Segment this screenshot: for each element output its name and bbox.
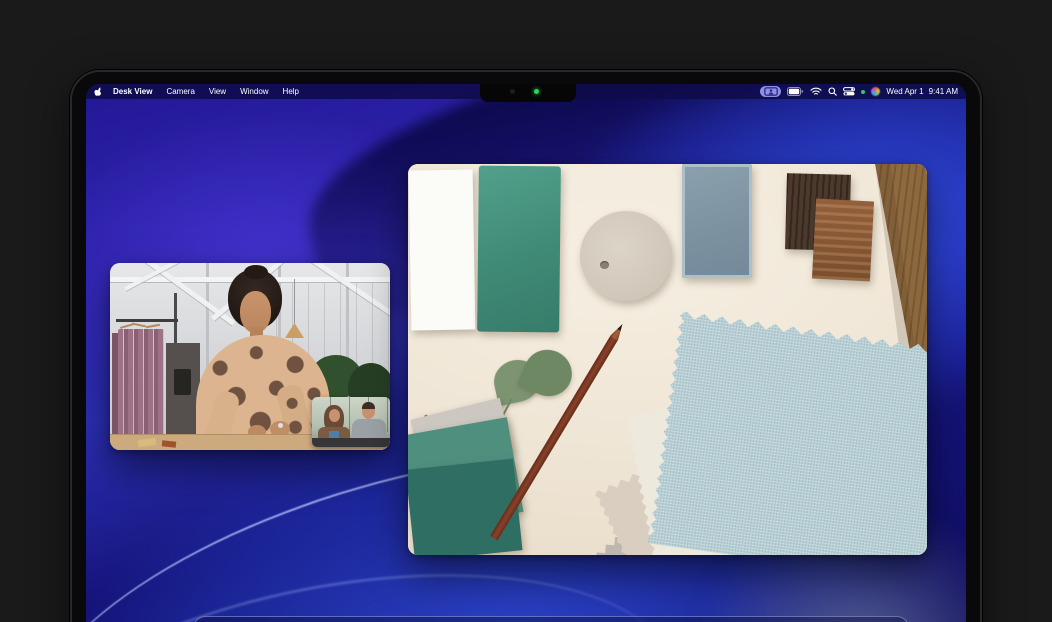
clothes-rack-bar (116, 319, 178, 322)
pip-man-hair (362, 402, 375, 409)
hanging-garment-pleated (118, 329, 164, 449)
status-green-dot (861, 90, 865, 94)
cabinet-panel (174, 369, 191, 395)
desktop-screen: Desk View Camera View Window Help (86, 84, 966, 622)
desk-view-window[interactable] (408, 164, 927, 555)
pip-woman-face (329, 409, 340, 422)
camera-lens (510, 89, 515, 94)
pendant-lamp-cord (294, 279, 295, 325)
apple-logo-icon[interactable] (94, 87, 103, 97)
fabric-swatch-fan (597, 315, 927, 555)
menu-window[interactable]: Window (233, 87, 275, 96)
blue-fabric-swatch (648, 311, 927, 555)
felt-disc-sample (580, 211, 672, 301)
spotlight-search-icon[interactable] (828, 87, 837, 96)
white-tile-sample (409, 169, 476, 330)
pip-desk-edge (312, 438, 390, 447)
bottom-edge-window[interactable] (193, 616, 909, 622)
facetime-pip-tile[interactable] (312, 397, 390, 447)
time-label: 9:41 AM (929, 87, 958, 96)
menu-bar-clock[interactable]: Wed Apr 1 9:41 AM (886, 87, 958, 96)
continuity-camera-indicator-icon[interactable] (760, 86, 781, 97)
menu-camera[interactable]: Camera (159, 87, 201, 96)
screenshot-stage: Desk View Camera View Window Help (0, 0, 1052, 622)
menu-view[interactable]: View (202, 87, 233, 96)
date-label: Wed Apr 1 (886, 87, 923, 96)
wifi-icon[interactable] (810, 87, 822, 96)
brown-wood-sample (812, 199, 874, 282)
teal-tile-sample (477, 166, 561, 333)
menu-app-desk-view[interactable]: Desk View (106, 87, 159, 96)
profile-color-icon[interactable] (871, 87, 880, 96)
felt-disc-hole (600, 261, 609, 269)
blue-gray-tile-sample (682, 164, 752, 278)
battery-icon[interactable] (787, 87, 804, 96)
dark-teal-paint-chip (408, 459, 523, 555)
menu-help[interactable]: Help (276, 87, 306, 96)
facetime-call-window[interactable] (110, 263, 390, 450)
camera-notch (480, 84, 576, 102)
presenter-hair-bun (244, 265, 268, 279)
studio-cabinet (166, 343, 200, 449)
control-center-icon[interactable] (843, 87, 855, 96)
presenter-ring (278, 423, 283, 428)
macbook-bezel: Desk View Camera View Window Help (70, 70, 982, 622)
camera-active-indicator (534, 89, 539, 94)
